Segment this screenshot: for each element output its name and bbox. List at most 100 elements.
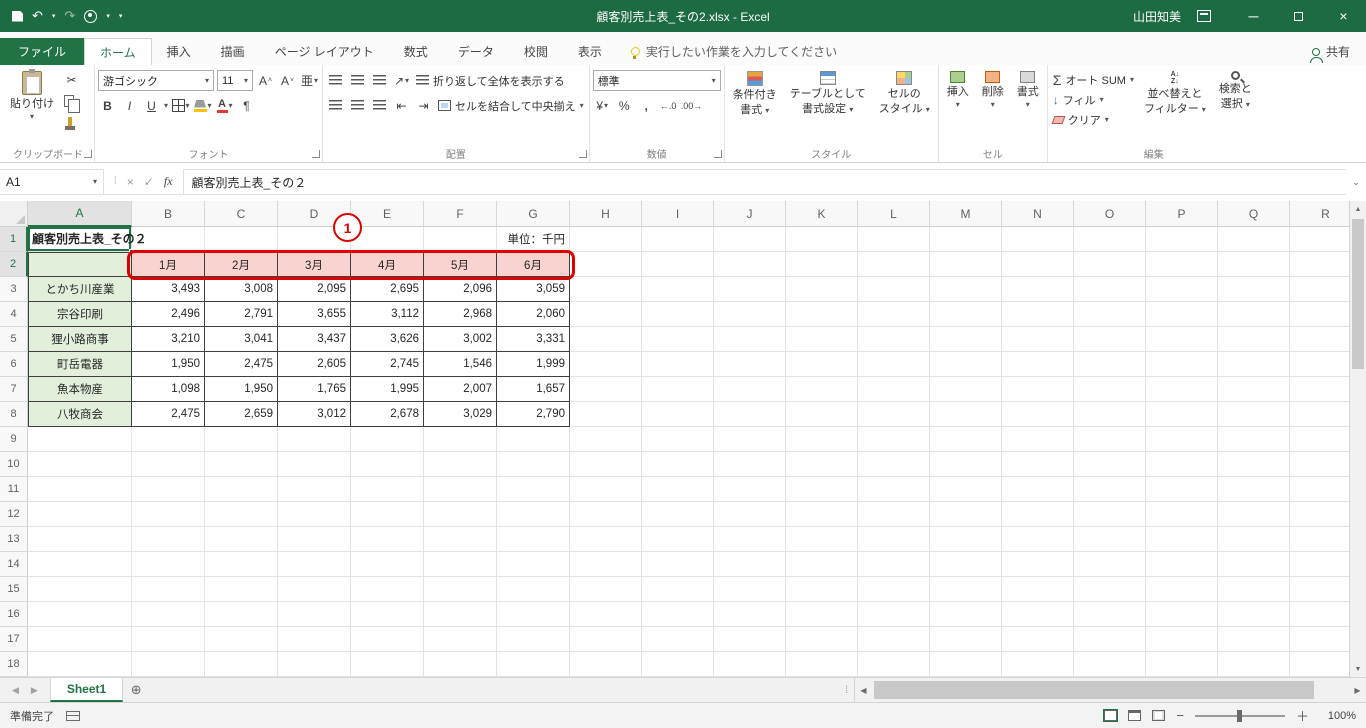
cell-I6[interactable]	[642, 352, 714, 377]
decrease-font-icon[interactable]: A ˅	[278, 71, 297, 90]
cell-A15[interactable]	[28, 577, 132, 602]
cell-R14[interactable]	[1290, 552, 1349, 577]
column-header-M[interactable]: M	[930, 201, 1002, 227]
cell-H3[interactable]	[570, 277, 642, 302]
row-header-18[interactable]: 18	[0, 652, 28, 677]
cell-R13[interactable]	[1290, 527, 1349, 552]
close-button[interactable]: ×	[1321, 0, 1366, 32]
cell-O2[interactable]	[1074, 252, 1146, 277]
comma-style-icon[interactable]: ,	[637, 96, 656, 115]
new-sheet-icon[interactable]: ⊕	[123, 678, 149, 702]
cell-A4[interactable]: 宗谷印刷	[28, 302, 132, 327]
row-header-5[interactable]: 5	[0, 327, 28, 352]
cell-I18[interactable]	[642, 652, 714, 677]
cell-Q17[interactable]	[1218, 627, 1290, 652]
cell-E7[interactable]: 1,995	[351, 377, 424, 402]
clear-button[interactable]: クリア ▾	[1051, 110, 1136, 129]
cell-L17[interactable]	[858, 627, 930, 652]
user-name[interactable]: 山田知美	[1133, 8, 1181, 25]
cell-E17[interactable]	[351, 627, 424, 652]
cell-P4[interactable]	[1146, 302, 1218, 327]
cell-P10[interactable]	[1146, 452, 1218, 477]
cell-R5[interactable]	[1290, 327, 1349, 352]
cell-styles-button[interactable]: セルの スタイル ▾	[874, 68, 935, 118]
column-header-N[interactable]: N	[1002, 201, 1074, 227]
cell-O7[interactable]	[1074, 377, 1146, 402]
cell-F7[interactable]: 2,007	[424, 377, 497, 402]
cell-H10[interactable]	[570, 452, 642, 477]
cell-Q5[interactable]	[1218, 327, 1290, 352]
cell-M5[interactable]	[930, 327, 1002, 352]
cell-G9[interactable]	[497, 427, 570, 452]
cell-C13[interactable]	[205, 527, 278, 552]
cell-P15[interactable]	[1146, 577, 1218, 602]
cell-N16[interactable]	[1002, 602, 1074, 627]
cell-Q18[interactable]	[1218, 652, 1290, 677]
scroll-left-icon[interactable]: ◀	[855, 678, 872, 702]
cell-E16[interactable]	[351, 602, 424, 627]
cell-L4[interactable]	[858, 302, 930, 327]
name-box[interactable]: A1 ▾	[0, 169, 104, 195]
cell-Q7[interactable]	[1218, 377, 1290, 402]
cell-I3[interactable]	[642, 277, 714, 302]
cell-H13[interactable]	[570, 527, 642, 552]
redo-icon[interactable]: ↷	[64, 8, 75, 24]
align-middle-icon[interactable]	[348, 71, 367, 90]
share-button[interactable]: 共有	[1309, 38, 1366, 65]
column-header-K[interactable]: K	[786, 201, 858, 227]
cell-F6[interactable]: 1,546	[424, 352, 497, 377]
cell-R16[interactable]	[1290, 602, 1349, 627]
format-cells-button[interactable]: 書式 ▾	[1012, 68, 1044, 112]
cell-B18[interactable]	[132, 652, 205, 677]
align-left-icon[interactable]	[326, 96, 345, 115]
formula-handle-icon[interactable]: ⁞	[114, 176, 117, 187]
cell-I12[interactable]	[642, 502, 714, 527]
font-color-button[interactable]: A ▾	[215, 96, 234, 115]
clipboard-dialog-launcher-icon[interactable]	[84, 150, 92, 158]
normal-view-icon[interactable]	[1103, 709, 1119, 722]
column-header-F[interactable]: F	[424, 201, 497, 227]
cell-Q3[interactable]	[1218, 277, 1290, 302]
cell-B10[interactable]	[132, 452, 205, 477]
cell-D13[interactable]	[278, 527, 351, 552]
cell-A3[interactable]: とかち川産業	[28, 277, 132, 302]
scroll-right-icon[interactable]: ▶	[1349, 678, 1366, 702]
cell-N4[interactable]	[1002, 302, 1074, 327]
row-header-8[interactable]: 8	[0, 402, 28, 427]
cell-R10[interactable]	[1290, 452, 1349, 477]
cell-J11[interactable]	[714, 477, 786, 502]
cell-O18[interactable]	[1074, 652, 1146, 677]
cell-L1[interactable]	[858, 227, 930, 252]
cell-L13[interactable]	[858, 527, 930, 552]
cell-N10[interactable]	[1002, 452, 1074, 477]
cell-Q1[interactable]	[1218, 227, 1290, 252]
cell-K16[interactable]	[786, 602, 858, 627]
row-header-17[interactable]: 17	[0, 627, 28, 652]
cell-H4[interactable]	[570, 302, 642, 327]
row-header-9[interactable]: 9	[0, 427, 28, 452]
cell-M4[interactable]	[930, 302, 1002, 327]
cell-O1[interactable]	[1074, 227, 1146, 252]
cell-A12[interactable]	[28, 502, 132, 527]
accounting-format-icon[interactable]: ¥ ▾	[593, 96, 612, 115]
cell-A13[interactable]	[28, 527, 132, 552]
cell-L10[interactable]	[858, 452, 930, 477]
cell-O12[interactable]	[1074, 502, 1146, 527]
borders-button[interactable]: ▾	[171, 96, 190, 115]
cell-I2[interactable]	[642, 252, 714, 277]
zoom-slider-thumb[interactable]	[1236, 709, 1242, 722]
cell-J1[interactable]	[714, 227, 786, 252]
cell-M10[interactable]	[930, 452, 1002, 477]
cell-D17[interactable]	[278, 627, 351, 652]
cell-H15[interactable]	[570, 577, 642, 602]
paste-button[interactable]: 貼り付け ▾	[5, 68, 59, 124]
macro-record-icon[interactable]	[66, 710, 80, 721]
cell-E8[interactable]: 2,678	[351, 402, 424, 427]
undo-icon[interactable]: ↶	[32, 8, 43, 24]
align-center-icon[interactable]	[348, 96, 367, 115]
insert-function-icon[interactable]: fx	[164, 174, 173, 189]
cell-L15[interactable]	[858, 577, 930, 602]
merge-center-button[interactable]: セルを結合して中央揃え ▾	[436, 96, 586, 115]
cell-B9[interactable]	[132, 427, 205, 452]
column-header-Q[interactable]: Q	[1218, 201, 1290, 227]
